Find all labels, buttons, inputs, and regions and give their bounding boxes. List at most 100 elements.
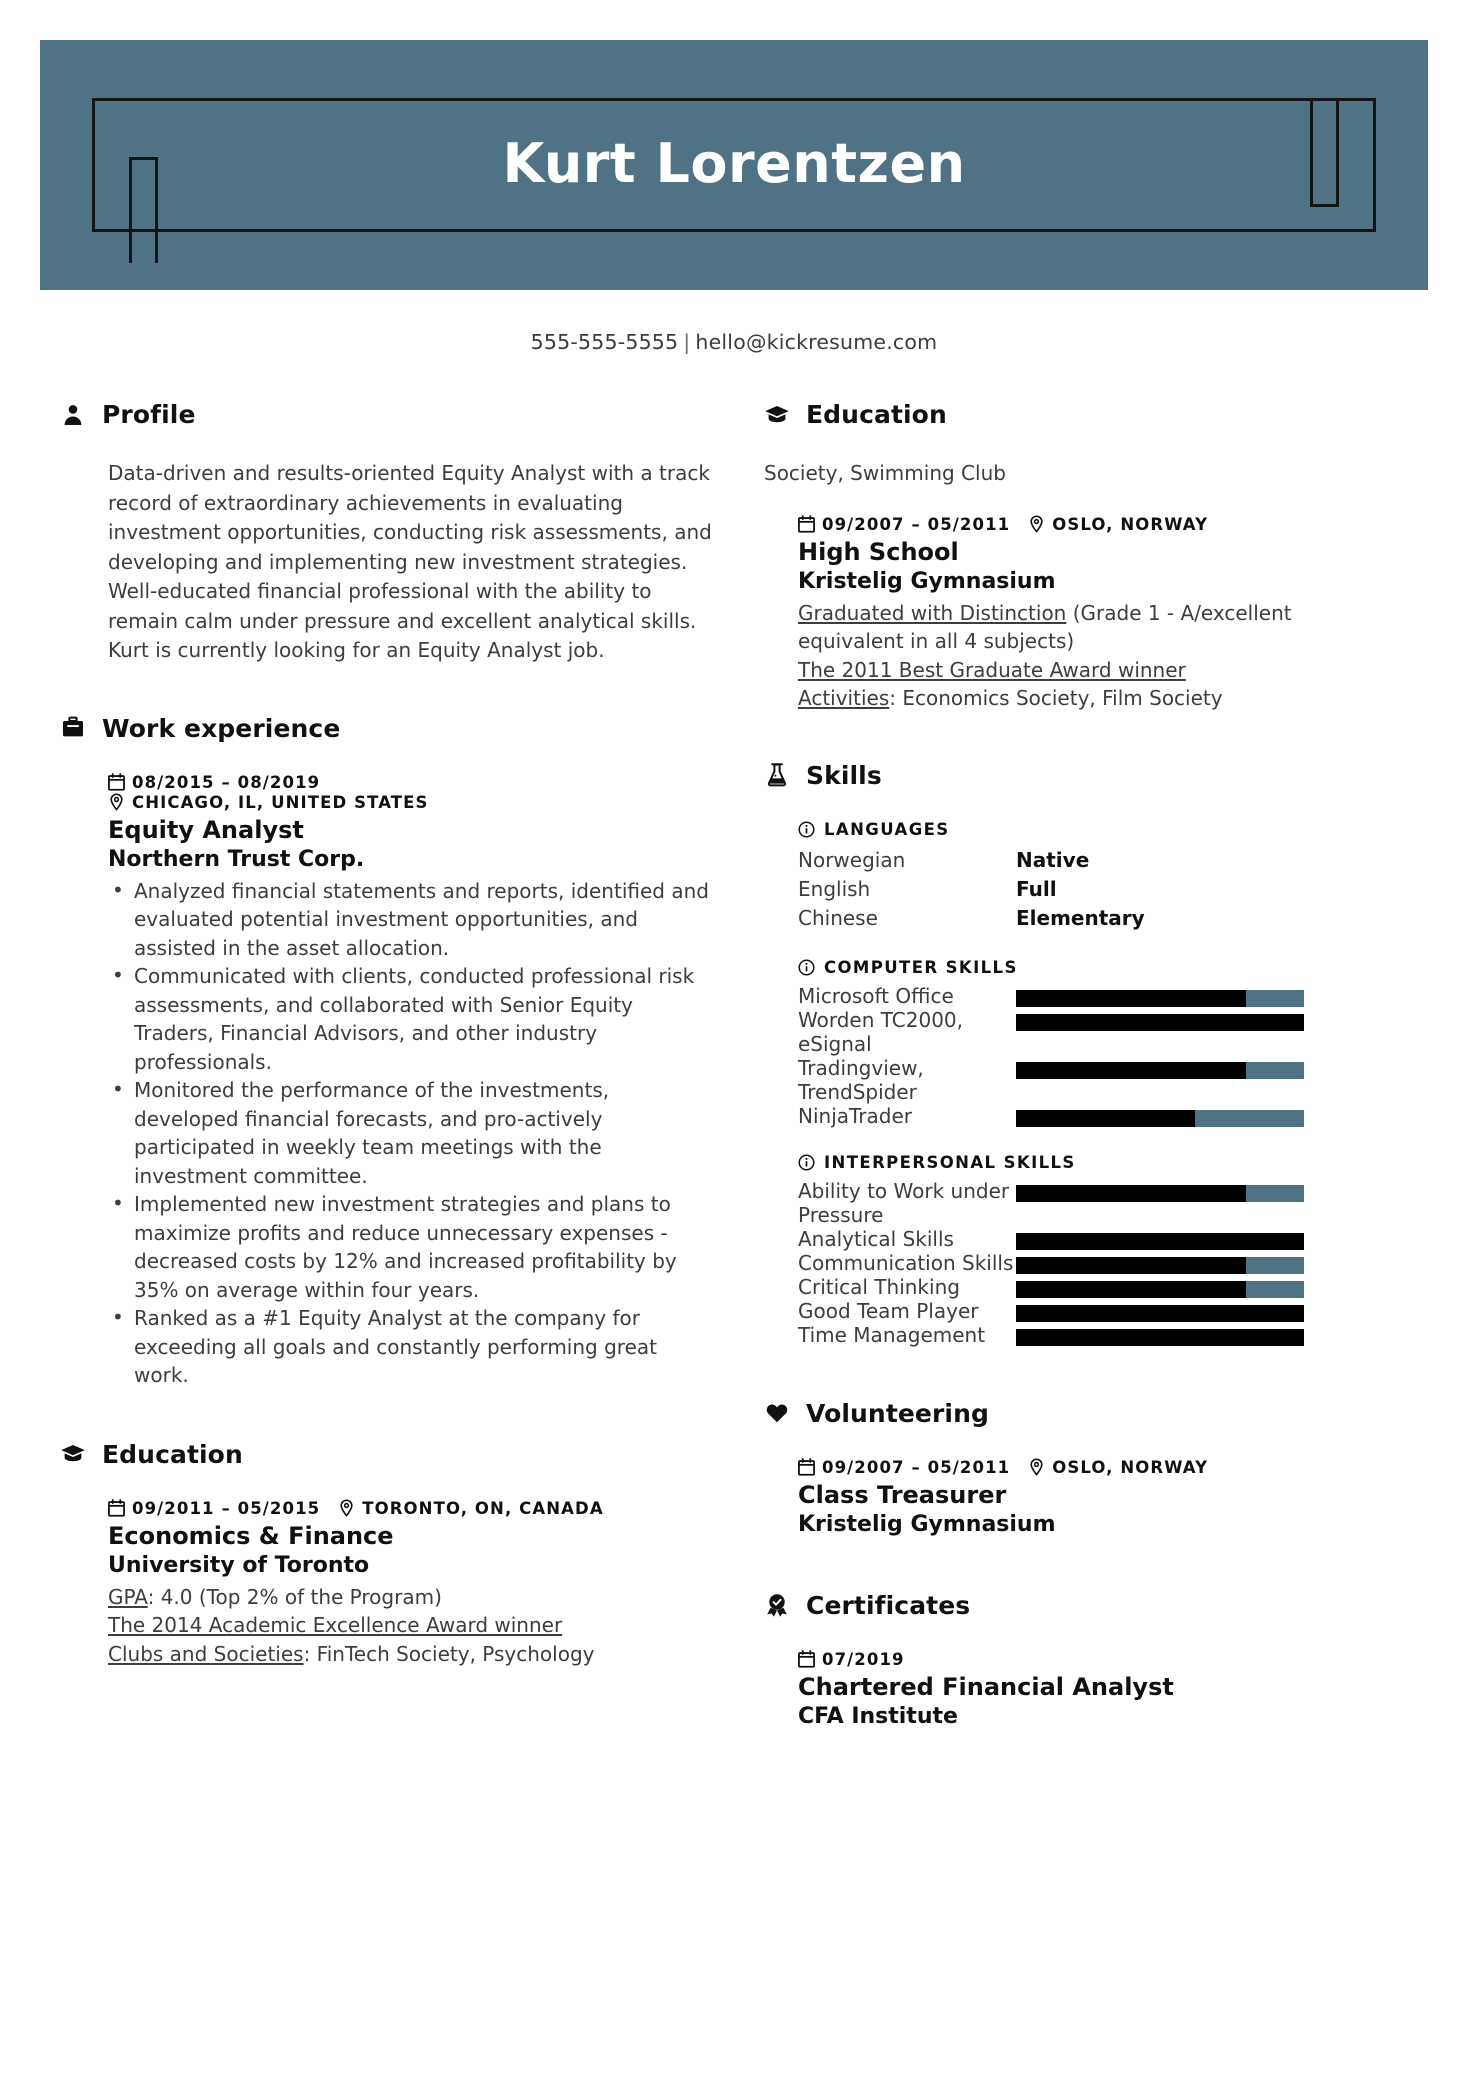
skill-bar-block	[1016, 1179, 1304, 1202]
education-detail-label: Activities	[798, 686, 890, 710]
left-column: Profile Data-driven and results-oriented…	[60, 400, 742, 1734]
certificates-heading-row: Certificates	[764, 1591, 1402, 1620]
skill-bar-fill	[1016, 1280, 1247, 1298]
email-address: hello@kickresume.com	[695, 330, 938, 354]
education-entry: 09/2011 – 05/2015 TORONTO, ON, CANADA Ec…	[108, 1499, 714, 1669]
skill-label-line: Ability to Work under	[798, 1178, 1010, 1203]
skill-bar-block	[1016, 1275, 1304, 1298]
certificate-entry-date: 07/2019	[822, 1649, 905, 1669]
work-bullet: Communicated with clients, conducted pro…	[108, 961, 714, 1076]
calendar-icon	[108, 773, 125, 791]
skill-row: Time Management	[798, 1323, 1402, 1347]
skill-label-line: TrendSpider	[798, 1079, 917, 1104]
education-detail-label: The 2011 Best Graduate Award winner	[798, 657, 1186, 682]
language-row: English Full	[798, 875, 1402, 904]
certificate-entry: 07/2019 Chartered Financial Analyst CFA …	[798, 1650, 1402, 1731]
education-entry-location-item: TORONTO, ON, CANADA	[338, 1499, 603, 1518]
volunteering-entry: 09/2007 – 05/2011 OSLO, NORWAY Class Tre…	[798, 1458, 1402, 1539]
education-detail-line: Activities: Economics Society, Film Soci…	[798, 684, 1402, 713]
language-row: Norwegian Native	[798, 846, 1402, 875]
work-entry-organization: Northern Trust Corp.	[108, 846, 365, 872]
work-entry-bullets: Analyzed financial statements and report…	[108, 876, 714, 1390]
work-entry: 08/2015 – 08/2019 CHICAGO, IL, UNITED ST…	[108, 773, 714, 1390]
language-name: English	[798, 876, 871, 901]
languages-group-head: LANGUAGES	[798, 820, 1402, 839]
work-entry-date-row: 08/2015 – 08/2019	[108, 773, 714, 792]
education-entry-title: High School	[798, 537, 959, 566]
education-detail-value: : Economics Society, Film Society	[889, 686, 1223, 710]
work-experience-body: 08/2015 – 08/2019 CHICAGO, IL, UNITED ST…	[60, 773, 714, 1390]
interpersonal-skills-group-title: INTERPERSONAL SKILLS	[824, 1152, 1076, 1172]
contact-separator: |	[683, 330, 691, 354]
skill-bar-fill	[1016, 1232, 1304, 1250]
skill-bar-block	[1016, 984, 1304, 1007]
education-detail-line: The 2014 Academic Excellence Award winne…	[108, 1611, 714, 1640]
skill-bar-track	[1016, 1184, 1304, 1202]
award-badge-icon	[764, 1592, 790, 1618]
education-entry: 09/2007 – 05/2011 OSLO, NORWAY High Scho…	[764, 515, 1402, 713]
skills-title: Skills	[806, 760, 882, 790]
calendar-icon	[798, 1458, 815, 1476]
education-detail-label: The 2014 Academic Excellence Award winne…	[108, 1613, 563, 1637]
skill-bar-track	[1016, 989, 1304, 1007]
volunteering-entry-title: Class Treasurer	[798, 1480, 1007, 1509]
volunteering-entry-date: 09/2007 – 05/2011	[822, 1457, 1011, 1477]
work-bullet: Implemented new investment strategies an…	[108, 1189, 714, 1304]
skill-bar-fill	[1016, 1328, 1304, 1346]
skill-label-line: Pressure	[798, 1202, 884, 1227]
education-entry-date-item: 09/2011 – 05/2015	[108, 1499, 320, 1518]
header-deco-right-crossbar	[1310, 204, 1339, 207]
education-entry-meta-row: 09/2011 – 05/2015 TORONTO, ON, CANADA	[108, 1499, 714, 1518]
skill-label-line: Time Management	[798, 1322, 986, 1347]
skill-bar-track	[1016, 1256, 1304, 1274]
section-profile: Profile Data-driven and results-oriented…	[60, 400, 714, 666]
education-entry-title: Economics & Finance	[108, 1521, 394, 1550]
section-education-right: Education Society, Swimming Club 09/2007…	[764, 400, 1402, 713]
work-entry-date-item: 08/2015 – 08/2019	[108, 773, 320, 792]
skill-label-block: Microsoft Office	[798, 984, 1016, 1008]
skill-bar-track	[1016, 1109, 1304, 1127]
resume-page: Kurt Lorentzen 555-555-5555 | hello@kickre…	[0, 0, 1468, 2077]
education-detail-line: GPA: 4.0 (Top 2% of the Program)	[108, 1583, 714, 1612]
skill-label-block: Good Team Player	[798, 1299, 1016, 1323]
profile-text: Data-driven and results-oriented Equity …	[108, 461, 712, 662]
education-detail-label: GPA	[108, 1584, 148, 1609]
profile-body: Data-driven and results-oriented Equity …	[60, 459, 714, 666]
education-right-heading-row: Education	[764, 400, 1402, 429]
resume-header-banner: Kurt Lorentzen	[40, 40, 1428, 290]
skill-label-block: Tradingview, TrendSpider	[798, 1056, 1016, 1104]
volunteering-heading-row: Volunteering	[764, 1399, 1402, 1428]
volunteering-entry-location: OSLO, NORWAY	[1052, 1457, 1209, 1477]
skill-row: Tradingview, TrendSpider	[798, 1056, 1402, 1104]
skill-row: Ability to Work under Pressure	[798, 1179, 1402, 1227]
certificate-entry-meta-row: 07/2019	[798, 1650, 1402, 1669]
certificates-body: 07/2019 Chartered Financial Analyst CFA …	[764, 1650, 1402, 1731]
education-right-body: Society, Swimming Club 09/2007 – 05/2011	[764, 459, 1402, 713]
skill-label-line: Tradingview,	[798, 1055, 924, 1080]
skill-label-block: Time Management	[798, 1323, 1016, 1347]
work-entry-location-row: CHICAGO, IL, UNITED STATES	[108, 793, 714, 812]
flask-icon	[764, 762, 790, 788]
map-pin-icon	[1028, 515, 1045, 533]
skill-bar-block	[1016, 1008, 1304, 1031]
certificates-title: Certificates	[806, 1590, 971, 1620]
skill-bar-track	[1016, 1328, 1304, 1346]
skill-bar-track	[1016, 1232, 1304, 1250]
map-pin-icon	[108, 793, 125, 811]
education-detail-value: : FinTech Society, Psychology	[303, 1641, 595, 1666]
work-bullet: Monitored the performance of the investm…	[108, 1075, 714, 1190]
education-entry-location: OSLO, NORWAY	[1052, 514, 1209, 534]
skill-label-line: Analytical Skills	[798, 1226, 954, 1251]
language-name: Chinese	[798, 905, 878, 930]
language-level: Native	[1016, 847, 1090, 872]
section-skills: Skills LANGUAGES Norwegian Native Englis…	[764, 761, 1402, 1347]
skill-bar-block	[1016, 1251, 1304, 1274]
work-experience-heading-row: Work experience	[60, 714, 714, 743]
volunteering-entry-organization: Kristelig Gymnasium	[798, 1511, 1056, 1537]
skills-body: LANGUAGES Norwegian Native English Full …	[764, 820, 1402, 1347]
skill-bar-fill	[1016, 1184, 1247, 1202]
education-left-body: 09/2011 – 05/2015 TORONTO, ON, CANADA Ec…	[60, 1499, 714, 1669]
profile-heading-row: Profile	[60, 400, 714, 429]
skill-row: Critical Thinking	[798, 1275, 1402, 1299]
education-left-title: Education	[102, 1439, 243, 1469]
